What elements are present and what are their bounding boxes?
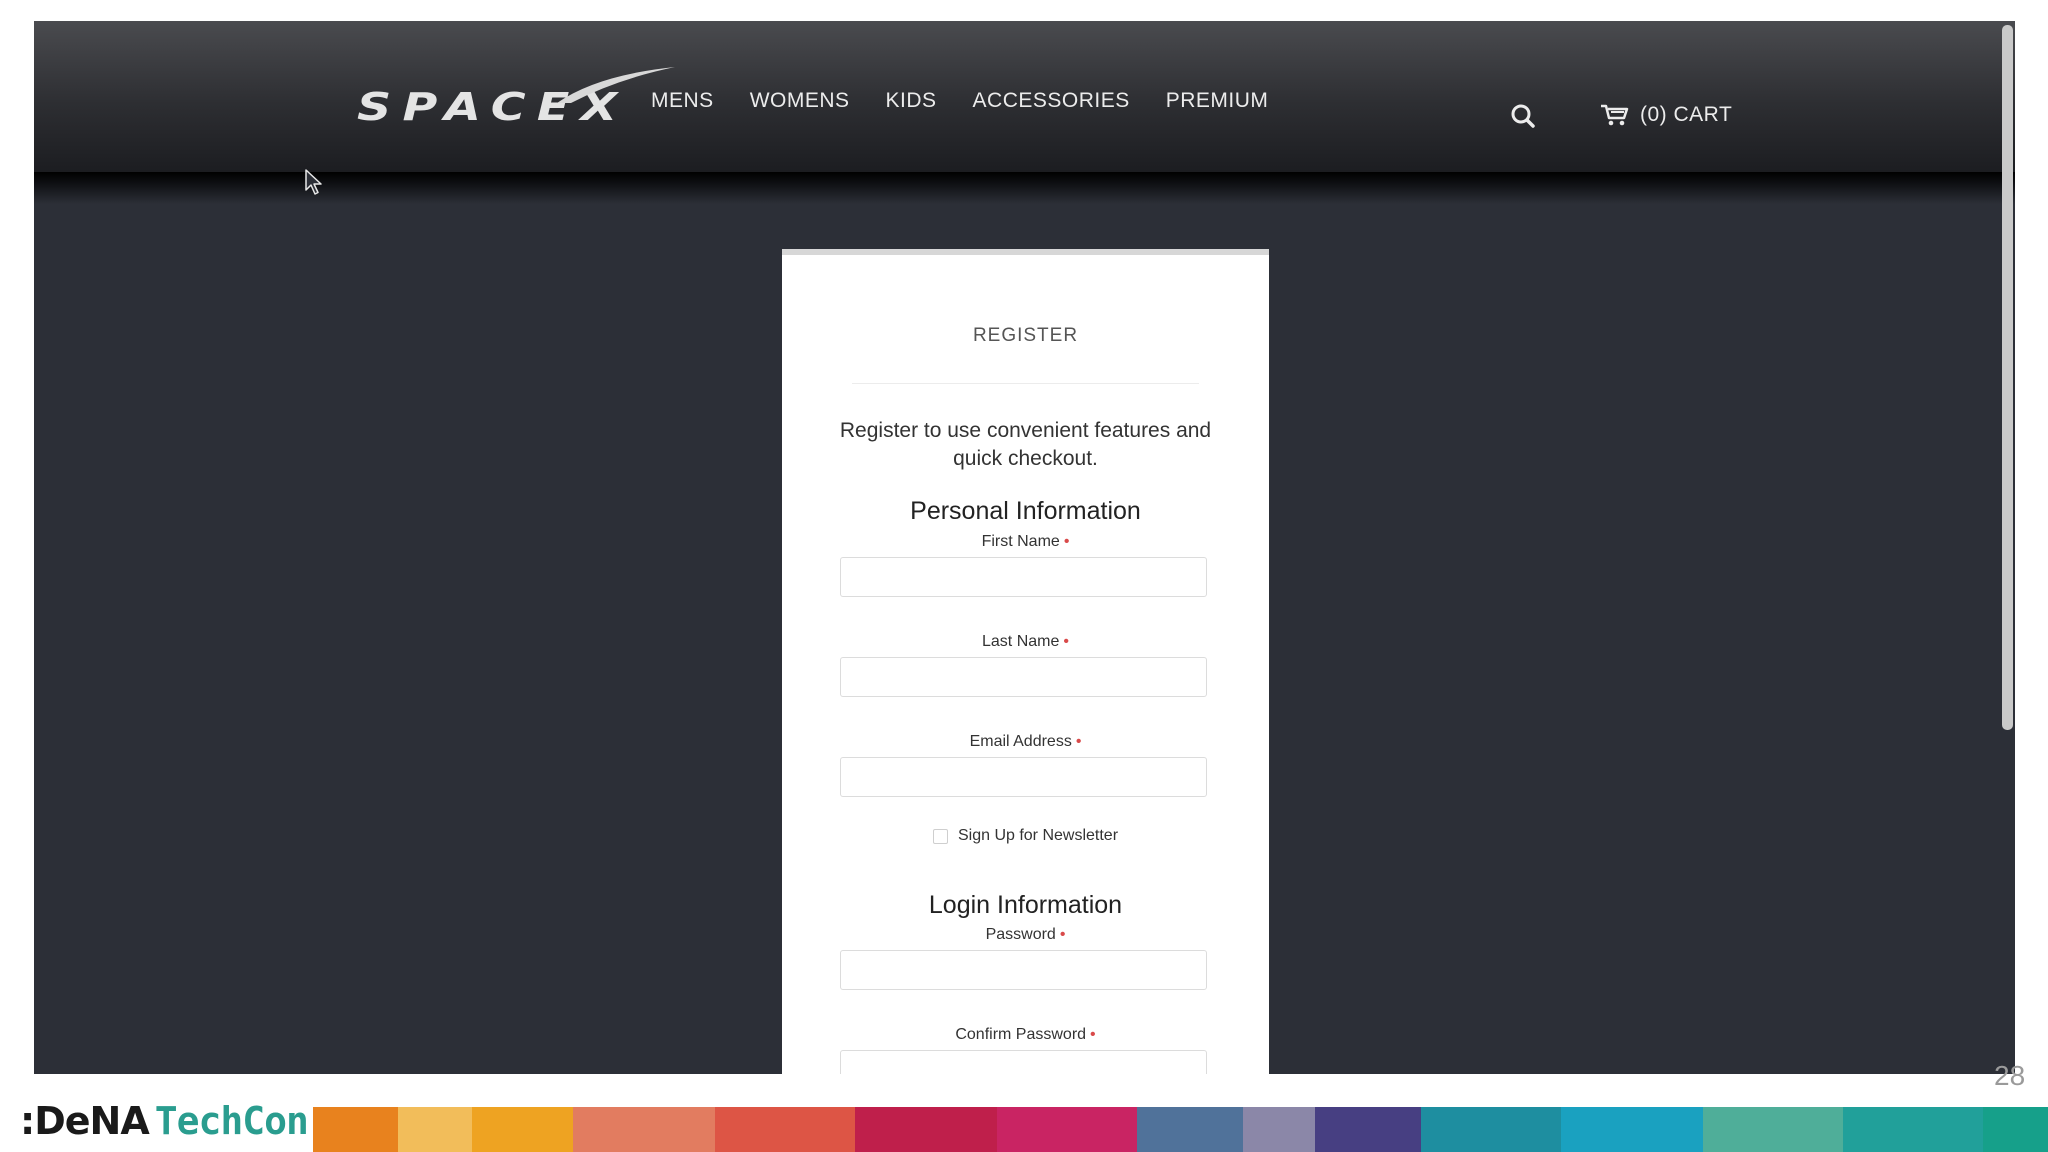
login-info-heading: Login Information (928, 891, 1123, 919)
required-mark: • (1090, 1026, 1096, 1043)
slide-page-number: 28 (1994, 1060, 2026, 1091)
title-divider (852, 383, 1199, 384)
first-name-label: First Name • (782, 533, 1269, 551)
email-field[interactable] (840, 757, 1207, 797)
required-mark: • (1063, 533, 1070, 550)
required-mark: • (1075, 733, 1082, 750)
nav-accessories[interactable]: ACCESSORIES (973, 89, 1130, 113)
footer-stripe (1703, 1107, 1843, 1152)
footer-stripe (1561, 1107, 1703, 1152)
nav-mens[interactable]: MENS (651, 89, 714, 113)
cart-button[interactable]: (0) CART (1600, 103, 1732, 127)
browser-viewport: SPACEX MENS WOMENS KIDS ACCESSORIES PREM… (34, 21, 2015, 1074)
footer-stripe (1137, 1107, 1243, 1152)
confirm-password-label-text: Confirm Password (955, 1026, 1087, 1043)
footer-stripe (715, 1107, 855, 1152)
email-label: Email Address • (782, 733, 1269, 751)
password-field[interactable] (840, 950, 1207, 990)
password-label-text: Password (985, 926, 1056, 943)
required-mark: • (1063, 633, 1069, 650)
confirm-password-label: Confirm Password • (782, 1026, 1269, 1044)
register-card: REGISTER Register to use convenient feat… (782, 249, 1269, 1074)
brand-techcon: TechCon (154, 1099, 309, 1143)
footer-stripe (1983, 1107, 2048, 1152)
personal-info-heading: Personal Information (910, 497, 1141, 525)
email-label-text: Email Address (969, 733, 1072, 750)
header-shadow (34, 172, 2015, 204)
last-name-label: Last Name • (782, 633, 1269, 651)
last-name-label-text: Last Name (982, 633, 1060, 650)
first-name-label-text: First Name (981, 533, 1060, 550)
footer-stripe (855, 1107, 997, 1152)
cart-icon (1601, 104, 1629, 126)
newsletter-option: Sign Up for Newsletter (782, 827, 1269, 845)
footer-stripe (1315, 1107, 1421, 1152)
newsletter-label[interactable]: Sign Up for Newsletter (958, 827, 1118, 845)
nav-premium[interactable]: PREMIUM (1166, 89, 1269, 113)
main-nav: MENS WOMENS KIDS ACCESSORIES PREMIUM (651, 89, 1304, 113)
footer-stripe (313, 1107, 398, 1152)
required-mark: • (1059, 926, 1066, 943)
footer-stripe (1843, 1107, 1983, 1152)
footer-stripe (1243, 1107, 1315, 1152)
footer-stripe (472, 1107, 573, 1152)
footer-stripe (573, 1107, 715, 1152)
password-label: Password • (782, 926, 1269, 944)
page-scrollbar[interactable] (2002, 25, 2013, 730)
footer-stripe (1421, 1107, 1561, 1152)
brand-dena: :DeNA (20, 1099, 150, 1143)
site-header: SPACEX MENS WOMENS KIDS ACCESSORIES PREM… (34, 21, 2015, 172)
cart-label: (0) CART (1640, 103, 1733, 126)
mouse-cursor-icon (305, 169, 322, 195)
register-intro: Register to use convenient features and … (839, 419, 1212, 470)
footer-stripe (997, 1107, 1137, 1152)
newsletter-checkbox[interactable] (932, 828, 948, 844)
register-title: REGISTER (972, 325, 1079, 346)
first-name-field[interactable] (840, 557, 1207, 597)
confirm-password-field[interactable] (840, 1050, 1207, 1074)
spacex-logo[interactable]: SPACEX (357, 65, 677, 145)
last-name-field[interactable] (840, 657, 1207, 697)
dena-techcon-logo: :DeNA TechCon 2014 (20, 1099, 353, 1143)
footer-stripe (398, 1107, 472, 1152)
nav-kids[interactable]: KIDS (886, 89, 937, 113)
nav-womens[interactable]: WOMENS (750, 89, 850, 113)
search-icon[interactable] (1510, 103, 1536, 129)
